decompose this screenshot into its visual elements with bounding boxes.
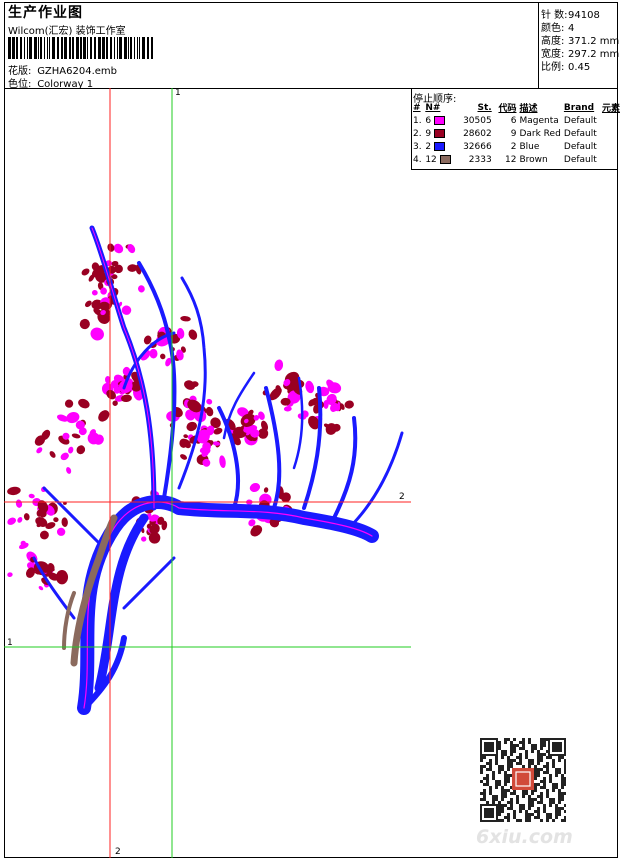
row-brand: Default bbox=[563, 115, 597, 126]
row-index: 3. bbox=[413, 141, 422, 152]
row-brand: Default bbox=[563, 128, 597, 139]
embroidery-preview bbox=[4, 88, 411, 858]
row-desc: Brown bbox=[519, 154, 548, 165]
color-swatch bbox=[433, 141, 445, 151]
row-brand: Default bbox=[563, 154, 597, 165]
color-swatch bbox=[433, 115, 445, 125]
spec-value: 0.45 bbox=[568, 62, 591, 73]
col-brand: Brand bbox=[563, 102, 595, 113]
row-element bbox=[599, 127, 620, 140]
needle-number: 12 bbox=[425, 154, 437, 165]
row-index: 2. bbox=[413, 128, 422, 139]
color-row: 2. 9 28602 9 Dark Red Default bbox=[413, 127, 620, 140]
guide-label-top: 1 bbox=[175, 88, 181, 98]
row-stitches: 28602 bbox=[463, 128, 492, 139]
row-stitches: 30505 bbox=[463, 115, 492, 126]
guide-label-left: 1 bbox=[7, 638, 13, 648]
col-index: # bbox=[413, 102, 421, 113]
row-needle: 2 bbox=[425, 140, 463, 153]
document-title: 生产作业图 bbox=[8, 5, 83, 21]
color-swatch bbox=[433, 128, 445, 138]
col-desc: 描述 bbox=[519, 104, 538, 114]
needle-number: 2 bbox=[425, 141, 432, 152]
row-code: 12 bbox=[505, 154, 517, 165]
row-element bbox=[599, 140, 620, 153]
row-desc: Dark Red bbox=[519, 128, 561, 139]
color-table-header: # N# St. 代码 描述 Brand 元素 bbox=[413, 101, 620, 115]
color-table: # N# St. 代码 描述 Brand 元素 1. 6 30505 6 Magent… bbox=[413, 101, 620, 166]
studio-name: Wilcom(汇宏) 装饰工作室 bbox=[8, 26, 126, 37]
row-code: 9 bbox=[510, 128, 517, 139]
row-stitches: 32666 bbox=[463, 141, 492, 152]
row-desc: Blue bbox=[519, 141, 540, 152]
col-needle: N# bbox=[425, 102, 441, 113]
row-stitches: 2333 bbox=[468, 154, 492, 165]
row-desc: Magenta bbox=[519, 115, 559, 126]
needle-number: 9 bbox=[425, 128, 432, 139]
barcode bbox=[8, 37, 153, 59]
row-element bbox=[599, 153, 620, 166]
qr-code bbox=[480, 738, 566, 822]
row-code: 6 bbox=[510, 115, 517, 126]
needle-number: 6 bbox=[425, 115, 432, 126]
guide-label-right: 2 bbox=[399, 492, 405, 502]
row-brand: Default bbox=[563, 141, 597, 152]
row-index: 4. bbox=[413, 154, 422, 165]
color-row: 3. 2 32666 2 Blue Default bbox=[413, 140, 620, 153]
row-needle: 12 bbox=[425, 153, 463, 166]
spec-label: 比例: bbox=[541, 62, 565, 73]
color-row: 1. 6 30505 6 Magenta Default bbox=[413, 114, 620, 127]
row-needle: 9 bbox=[425, 127, 463, 140]
guide-label-bottom: 2 bbox=[115, 847, 121, 857]
watermark: 6xiu.com bbox=[476, 826, 573, 848]
color-swatch bbox=[439, 154, 451, 164]
row-needle: 6 bbox=[425, 114, 463, 127]
col-stitches: St. bbox=[477, 102, 492, 113]
col-element: 元素 bbox=[601, 104, 620, 114]
row-element bbox=[599, 114, 620, 127]
color-row: 4. 12 2333 12 Brown Default bbox=[413, 153, 620, 166]
spec-scale: 比例: 0.45 bbox=[541, 58, 590, 73]
col-code: 代码 bbox=[498, 104, 517, 114]
row-index: 1. bbox=[413, 115, 422, 126]
row-code: 2 bbox=[510, 141, 517, 152]
